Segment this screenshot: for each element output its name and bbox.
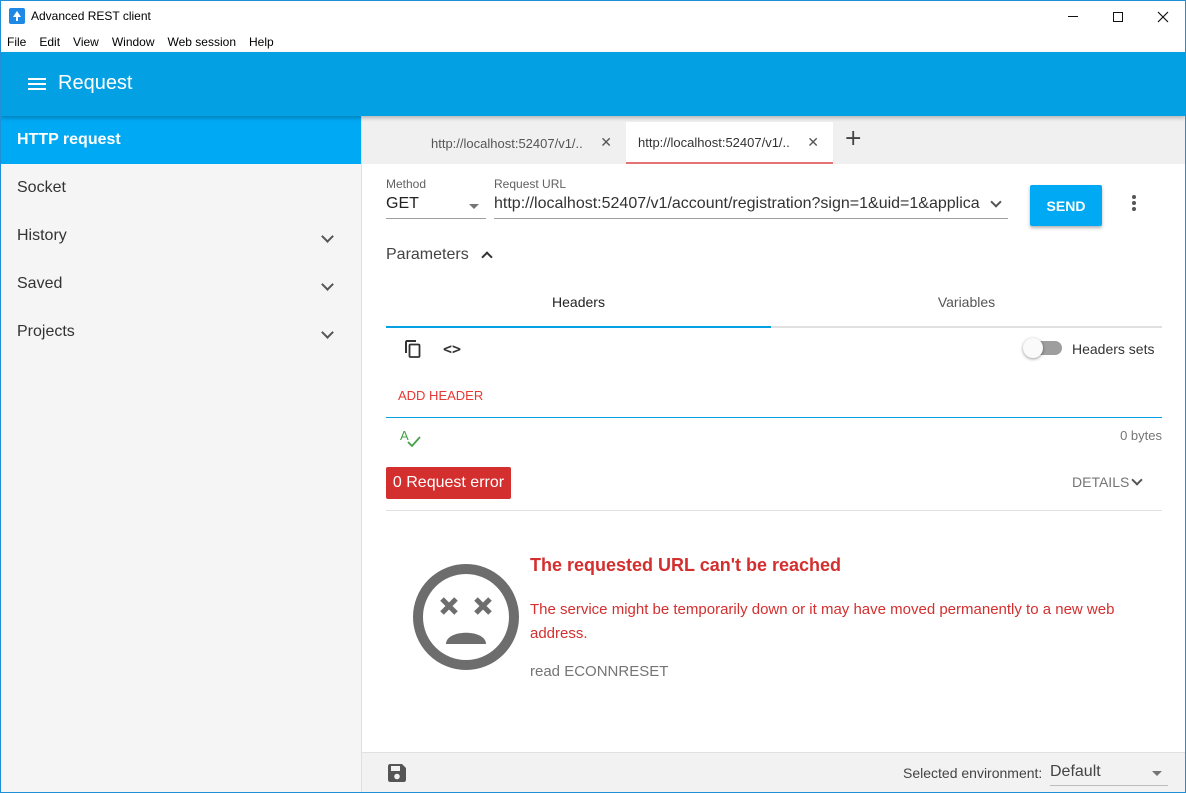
status-badge: 0 Request error <box>386 467 511 499</box>
minimize-button[interactable] <box>1050 1 1096 32</box>
sidebar-item-label: History <box>17 227 67 244</box>
method-label: Method <box>386 177 427 191</box>
tab-variables[interactable]: Variables <box>771 284 1162 328</box>
dropdown-arrow-icon <box>1152 771 1162 776</box>
tab-label: http://localhost:52407/v1/.. <box>638 134 790 150</box>
main-panel: http://localhost:52407/v1/.. ✕ http://lo… <box>362 116 1185 752</box>
chevron-down-icon <box>321 326 334 339</box>
headers-sets-label: Headers sets <box>1072 341 1155 357</box>
copy-icon[interactable] <box>405 340 421 358</box>
menu-web-session[interactable]: Web session <box>168 32 236 52</box>
add-header-button[interactable]: ADD HEADER <box>398 388 483 403</box>
close-icon <box>1157 11 1169 22</box>
menu-bar: File Edit View Window Web session Help <box>1 32 1185 52</box>
sidebar-item-http-request[interactable]: HTTP request <box>1 116 361 164</box>
sidebar-item-label: Projects <box>17 323 75 340</box>
parameters-toggle[interactable]: Parameters <box>386 246 469 264</box>
request-tabs: http://localhost:52407/v1/.. ✕ http://lo… <box>362 116 1185 164</box>
spellcheck-icon[interactable]: A <box>400 426 424 450</box>
menu-window[interactable]: Window <box>112 32 155 52</box>
error-code: read ECONNRESET <box>530 663 669 680</box>
request-tab[interactable]: http://localhost:52407/v1/.. ✕ <box>419 122 626 164</box>
app-logo-icon <box>9 8 25 24</box>
url-label: Request URL <box>494 177 567 191</box>
sidebar-item-label: Saved <box>17 275 63 292</box>
menu-file[interactable]: File <box>7 32 26 52</box>
more-vert-icon[interactable] <box>1130 195 1138 213</box>
window-title: Advanced REST client <box>31 9 151 23</box>
hamburger-menu-icon[interactable] <box>28 78 46 90</box>
chevron-down-icon[interactable] <box>990 196 1002 208</box>
close-tab-icon[interactable]: ✕ <box>807 135 819 151</box>
page-title: Request <box>58 72 133 94</box>
editor-divider <box>386 417 1162 418</box>
method-select[interactable]: GET <box>386 195 419 213</box>
tab-label: http://localhost:52407/v1/.. <box>431 135 583 151</box>
chevron-down-icon <box>321 230 334 243</box>
error-title: The requested URL can't be reached <box>530 555 842 575</box>
sidebar-item-label: HTTP request <box>17 131 121 148</box>
details-button[interactable]: DETAILS <box>1072 474 1129 490</box>
app-toolbar: Request <box>1 52 1185 116</box>
app-window: Advanced REST client File Edit View Wind… <box>0 0 1186 793</box>
sidebar-item-projects[interactable]: Projects <box>1 308 361 356</box>
headers-sets-toggle[interactable] <box>1023 338 1062 358</box>
minimize-icon <box>1068 16 1078 17</box>
save-icon[interactable] <box>388 764 406 782</box>
menu-edit[interactable]: Edit <box>39 32 60 52</box>
maximize-icon <box>1113 11 1123 22</box>
close-window-button[interactable] <box>1140 1 1185 32</box>
sidebar-item-label: Socket <box>17 179 66 196</box>
code-view-icon[interactable]: <> <box>443 340 461 358</box>
menu-view[interactable]: View <box>73 32 99 52</box>
close-tab-icon[interactable]: ✕ <box>600 135 612 151</box>
send-button[interactable]: SEND <box>1030 185 1102 226</box>
sidebar-item-history[interactable]: History <box>1 212 361 260</box>
tab-active-indicator <box>386 326 771 328</box>
response-divider <box>386 510 1162 511</box>
sidebar: HTTP request Socket History Saved Projec… <box>1 116 362 792</box>
chevron-down-icon[interactable] <box>1131 474 1143 486</box>
tab-headers[interactable]: Headers <box>386 284 771 328</box>
svg-text:A: A <box>400 428 409 443</box>
sad-face-icon <box>413 564 519 670</box>
environment-select[interactable]: Default <box>1050 763 1101 781</box>
dropdown-arrow-icon <box>469 204 479 209</box>
footer-bar: Selected environment: Default <box>362 752 1185 792</box>
toggle-knob <box>1023 338 1043 358</box>
url-underline <box>494 218 1008 219</box>
method-underline <box>386 218 486 219</box>
url-input[interactable]: http://localhost:52407/v1/account/regist… <box>494 195 984 213</box>
menu-help[interactable]: Help <box>249 32 274 52</box>
request-tab-active[interactable]: http://localhost:52407/v1/.. ✕ <box>626 122 833 164</box>
chevron-up-icon[interactable] <box>481 251 493 263</box>
environment-label: Selected environment: <box>903 765 1043 781</box>
add-tab-button[interactable]: + <box>844 126 862 151</box>
sidebar-item-saved[interactable]: Saved <box>1 260 361 308</box>
environment-underline <box>1050 785 1168 786</box>
error-message: The service might be temporarily down or… <box>530 601 1115 642</box>
sidebar-item-socket[interactable]: Socket <box>1 164 361 212</box>
body-size: 0 bytes <box>1120 428 1162 443</box>
chevron-down-icon <box>321 278 334 291</box>
title-bar: Advanced REST client <box>1 1 1185 32</box>
maximize-button[interactable] <box>1095 1 1141 32</box>
